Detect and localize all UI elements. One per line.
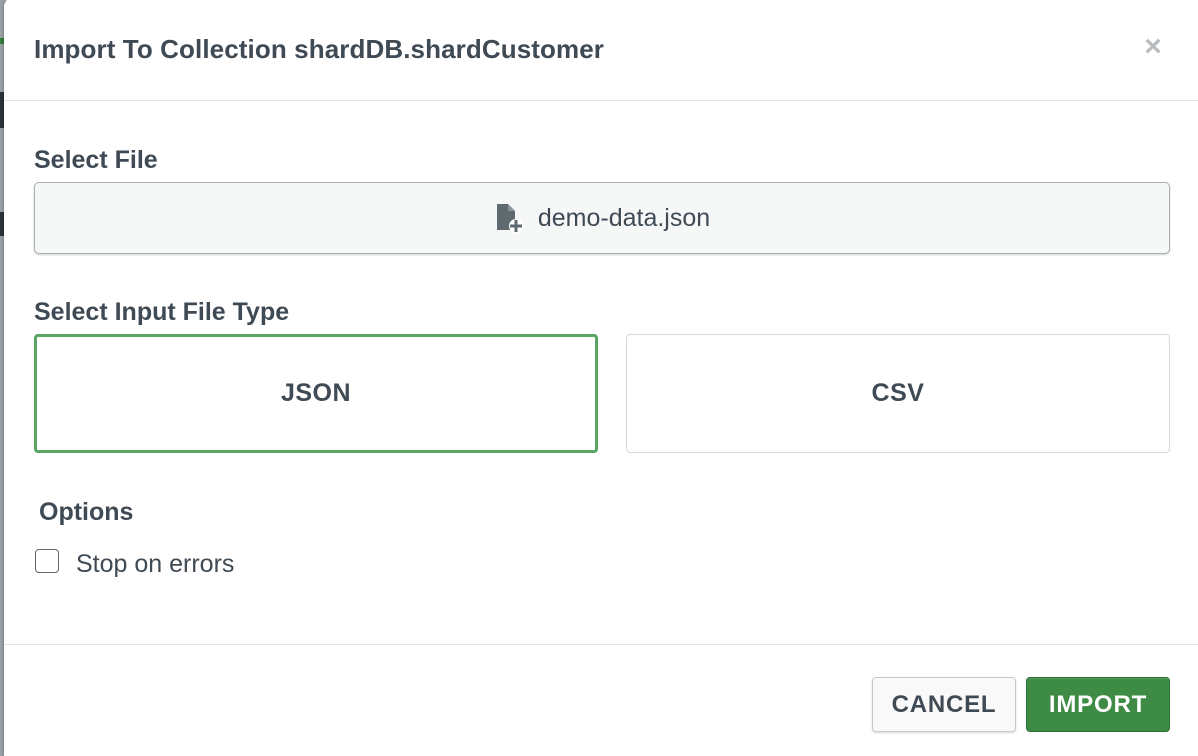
modal-header: Import To Collection shardDB.shardCustom… — [4, 0, 1198, 101]
selected-file-name: demo-data.json — [537, 203, 711, 232]
stop-on-errors-label: Stop on errors — [76, 550, 235, 578]
modal-footer: CANCEL IMPORT — [4, 644, 1198, 756]
import-button[interactable]: IMPORT — [1026, 677, 1170, 732]
modal-title: Import To Collection shardDB.shardCustom… — [34, 34, 604, 64]
file-plus-icon — [494, 202, 524, 234]
stop-on-errors-checkbox[interactable] — [35, 548, 59, 573]
select-file-label: Select File — [34, 146, 158, 174]
select-file-button[interactable]: demo-data.json — [34, 182, 1170, 254]
import-modal: Import To Collection shardDB.shardCustom… — [4, 0, 1198, 756]
file-type-csv-button[interactable]: CSV — [626, 334, 1170, 453]
options-label: Options — [39, 498, 134, 526]
cancel-button[interactable]: CANCEL — [872, 677, 1016, 732]
select-file-type-label: Select Input File Type — [34, 298, 290, 326]
file-type-json-button[interactable]: JSON — [34, 334, 598, 453]
stop-on-errors-option[interactable]: Stop on errors — [35, 546, 234, 578]
close-icon[interactable]: × — [1138, 32, 1168, 62]
